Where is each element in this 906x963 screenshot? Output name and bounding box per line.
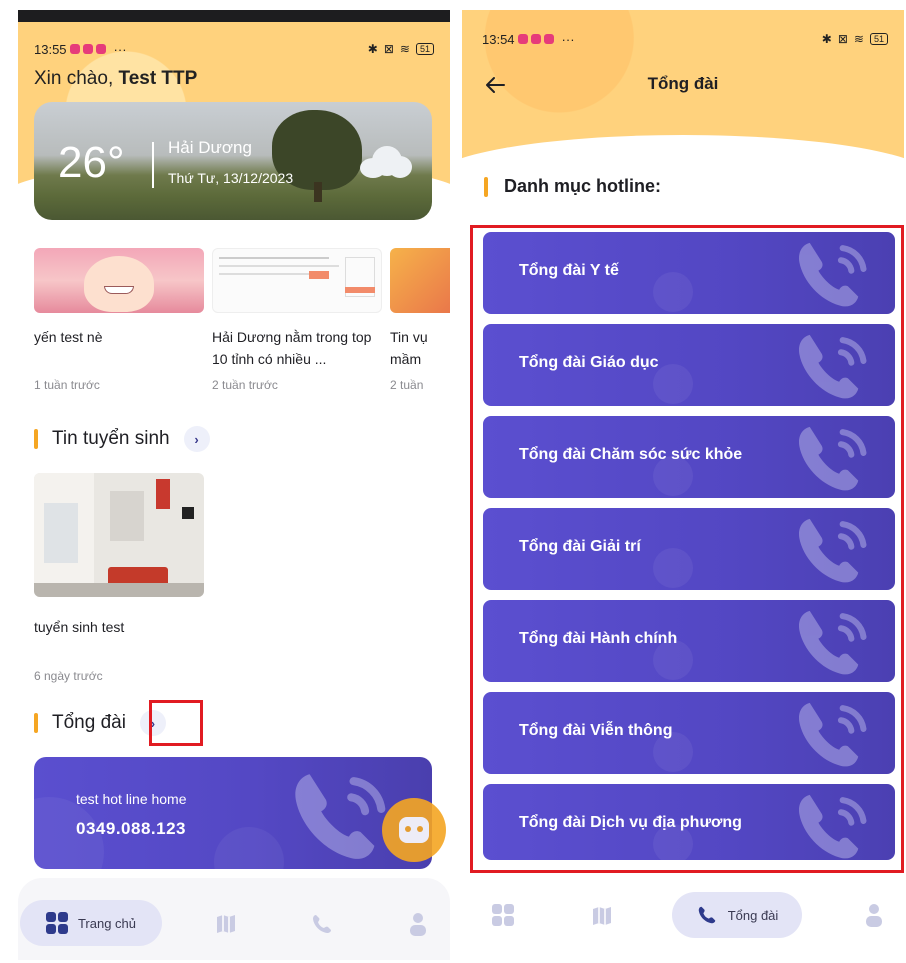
sim-icon: ⊠ bbox=[383, 42, 394, 56]
news-time: 1 tuần trước bbox=[34, 378, 100, 392]
nav-switchboard[interactable]: Tổng đài bbox=[672, 892, 802, 938]
user-icon[interactable] bbox=[864, 902, 884, 928]
phone-icon bbox=[698, 906, 715, 924]
news-time: 2 tuần bbox=[390, 378, 424, 392]
wifi-icon: ≋ bbox=[853, 32, 864, 46]
notification-icon bbox=[517, 34, 528, 44]
hotline-number[interactable]: 0349.088.123 bbox=[76, 819, 186, 839]
sim-icon: ⊠ bbox=[837, 32, 848, 46]
top-bezel bbox=[18, 10, 450, 22]
section-title: Danh mục hotline: bbox=[504, 176, 661, 196]
page-title: Tổng đài bbox=[647, 74, 719, 93]
more-notifications: ··· bbox=[561, 31, 575, 47]
map-icon[interactable] bbox=[590, 904, 614, 928]
grid-icon[interactable] bbox=[492, 904, 514, 926]
news-card[interactable]: Tin vụ mầm 2 tuần bbox=[390, 248, 450, 392]
weather-city: Hải Dương bbox=[168, 138, 252, 157]
news-title: Tin vụ mầm bbox=[390, 329, 428, 367]
map-icon[interactable] bbox=[214, 912, 238, 936]
news-time: 2 tuần trước bbox=[212, 378, 278, 392]
status-time: 13:54 bbox=[482, 31, 515, 47]
home-screen: 13:55 ··· ✱ ⊠ ≋ 51 Xin chào, Test TTP 26… bbox=[18, 10, 450, 960]
wifi-icon: ≋ bbox=[399, 42, 410, 56]
notification-icon bbox=[95, 44, 106, 54]
news-thumbnail bbox=[212, 248, 382, 313]
admissions-card[interactable]: tuyển sinh test 6 ngày trước bbox=[34, 473, 204, 683]
admissions-title: tuyển sinh test bbox=[34, 619, 125, 635]
greeting-prefix: Xin chào, bbox=[34, 68, 119, 89]
section-accent bbox=[34, 429, 38, 449]
chevron-right-icon[interactable]: › bbox=[183, 426, 210, 452]
divider bbox=[152, 142, 154, 188]
hotline-list-header: Danh mục hotline: bbox=[484, 176, 661, 197]
cloud-icon bbox=[360, 146, 412, 178]
status-bar: 13:54 ··· ✱ ⊠ ≋ 51 bbox=[482, 30, 888, 48]
nav-switchboard-label: Tổng đài bbox=[727, 907, 779, 923]
battery-icon: 51 bbox=[415, 43, 434, 55]
news-card[interactable]: Hải Dương nằm trong top 10 tỉnh có nhiều… bbox=[212, 248, 382, 392]
section-title: Tin tuyển sinh bbox=[52, 428, 170, 449]
nav-home-label: Trang chủ bbox=[77, 915, 137, 931]
nav-home[interactable]: Trang chủ bbox=[20, 900, 162, 946]
status-bar: 13:55 ··· ✱ ⊠ ≋ 51 bbox=[34, 40, 434, 58]
bottom-nav: Trang chủ bbox=[18, 878, 450, 960]
battery-icon: 51 bbox=[869, 33, 888, 45]
notification-icon bbox=[82, 44, 93, 54]
grid-icon bbox=[45, 912, 68, 934]
switchboard-screen: 13:54 ··· ✱ ⊠ ≋ 51 Tổng đài Danh mục hot… bbox=[462, 10, 904, 960]
notification-icon bbox=[543, 34, 554, 44]
weather-temperature: 26° bbox=[58, 138, 125, 187]
admissions-time: 6 ngày trước bbox=[34, 669, 103, 683]
chatbot-icon[interactable] bbox=[382, 798, 446, 862]
highlight-box bbox=[470, 225, 904, 873]
highlight-box bbox=[149, 700, 203, 746]
notification-icon bbox=[69, 44, 80, 54]
status-time: 13:55 bbox=[34, 41, 67, 57]
news-card[interactable]: yến test nè 1 tuần trước bbox=[34, 248, 204, 392]
section-title: Tổng đài bbox=[52, 712, 126, 733]
weather-date: Thứ Tư, 13/12/2023 bbox=[168, 170, 294, 186]
notification-icon bbox=[530, 34, 541, 44]
news-thumbnail bbox=[34, 248, 204, 313]
bottom-nav: Tổng đài bbox=[462, 874, 904, 960]
admissions-thumbnail bbox=[34, 473, 204, 597]
admissions-section-header: Tin tuyển sinh › bbox=[34, 426, 210, 452]
news-thumbnail bbox=[390, 248, 450, 313]
greeting: Xin chào, Test TTP bbox=[34, 68, 197, 90]
section-accent bbox=[484, 176, 488, 197]
switchboard-section-header: Tổng đài › bbox=[34, 710, 166, 736]
phone-icon[interactable] bbox=[310, 912, 334, 936]
news-title: yến test nè bbox=[34, 329, 103, 345]
news-carousel[interactable]: yến test nè 1 tuần trước Hải Dương nằm t… bbox=[34, 248, 450, 398]
bluetooth-icon: ✱ bbox=[821, 32, 832, 46]
hotline-label: test hot line home bbox=[76, 791, 187, 807]
user-name: Test TTP bbox=[118, 68, 198, 89]
bluetooth-icon: ✱ bbox=[367, 42, 378, 56]
hotline-home-card[interactable]: test hot line home 0349.088.123 bbox=[34, 757, 432, 869]
weather-card[interactable]: 26° Hải Dương Thứ Tư, 13/12/2023 bbox=[34, 102, 432, 220]
news-title: Hải Dương nằm trong top 10 tỉnh có nhiều… bbox=[212, 329, 372, 367]
user-icon[interactable] bbox=[408, 911, 428, 937]
more-notifications: ··· bbox=[113, 41, 127, 57]
weather-background-trunk bbox=[314, 182, 322, 202]
section-accent bbox=[34, 713, 38, 733]
